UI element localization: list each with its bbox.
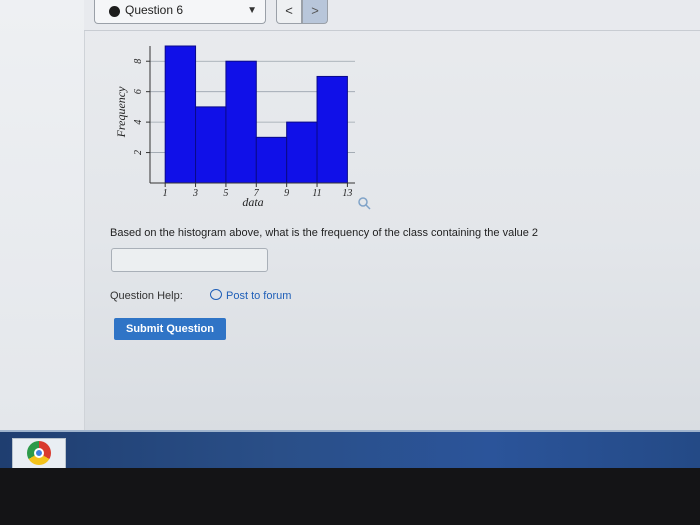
answer-input[interactable] — [111, 248, 268, 272]
taskbar — [0, 430, 700, 470]
left-panel — [0, 0, 85, 430]
histogram-bar — [225, 60, 257, 184]
x-tick-label: 13 — [342, 188, 352, 199]
y-tick-label: 2 — [133, 150, 144, 155]
magnifier-icon[interactable] — [358, 197, 371, 210]
post-to-forum-link[interactable]: Post to forum — [210, 289, 291, 302]
submit-question-button[interactable]: Submit Question — [114, 318, 226, 340]
y-tick-label: 4 — [133, 120, 144, 125]
taskbar-chrome-button[interactable] — [12, 438, 66, 470]
question-select[interactable]: Question 6 ▼ — [94, 0, 266, 24]
histogram-bar — [195, 106, 227, 184]
question-select-label: Question 6 — [125, 3, 184, 17]
question-prompt: Based on the histogram above, what is th… — [110, 227, 539, 239]
y-tick-label: 8 — [133, 59, 144, 64]
histogram-bar — [286, 121, 318, 184]
histogram-bar — [255, 136, 288, 184]
filled-circle-icon — [109, 6, 120, 17]
x-tick-label: 5 — [223, 188, 228, 199]
y-axis-label: Frequency — [114, 86, 128, 139]
x-tick-label: 9 — [284, 188, 289, 199]
x-axis-label: data — [242, 195, 263, 209]
question-help-label: Question Help: — [110, 290, 183, 302]
chrome-icon — [27, 441, 51, 465]
post-to-forum-label: Post to forum — [226, 290, 292, 302]
previous-question-button[interactable]: < — [276, 0, 302, 24]
x-tick-label: 1 — [163, 188, 168, 199]
monitor-bezel — [0, 468, 700, 525]
histogram-bar — [164, 45, 197, 184]
screen: Question 6 ▼ < > 2 4 6 8 1 3 5 7 9 11 13 data Freq… — [0, 0, 700, 430]
speech-bubble-icon — [210, 289, 222, 300]
chevron-down-icon: ▼ — [247, 5, 257, 16]
next-question-button[interactable]: > — [302, 0, 328, 24]
x-tick-label: 3 — [192, 188, 198, 199]
histogram-bar — [316, 75, 348, 184]
histogram-chart: 24681 3 5 7 9 11 13 data Frequency — [114, 45, 371, 210]
x-tick-label: 11 — [312, 188, 321, 199]
y-tick-label: 6 — [133, 89, 144, 94]
